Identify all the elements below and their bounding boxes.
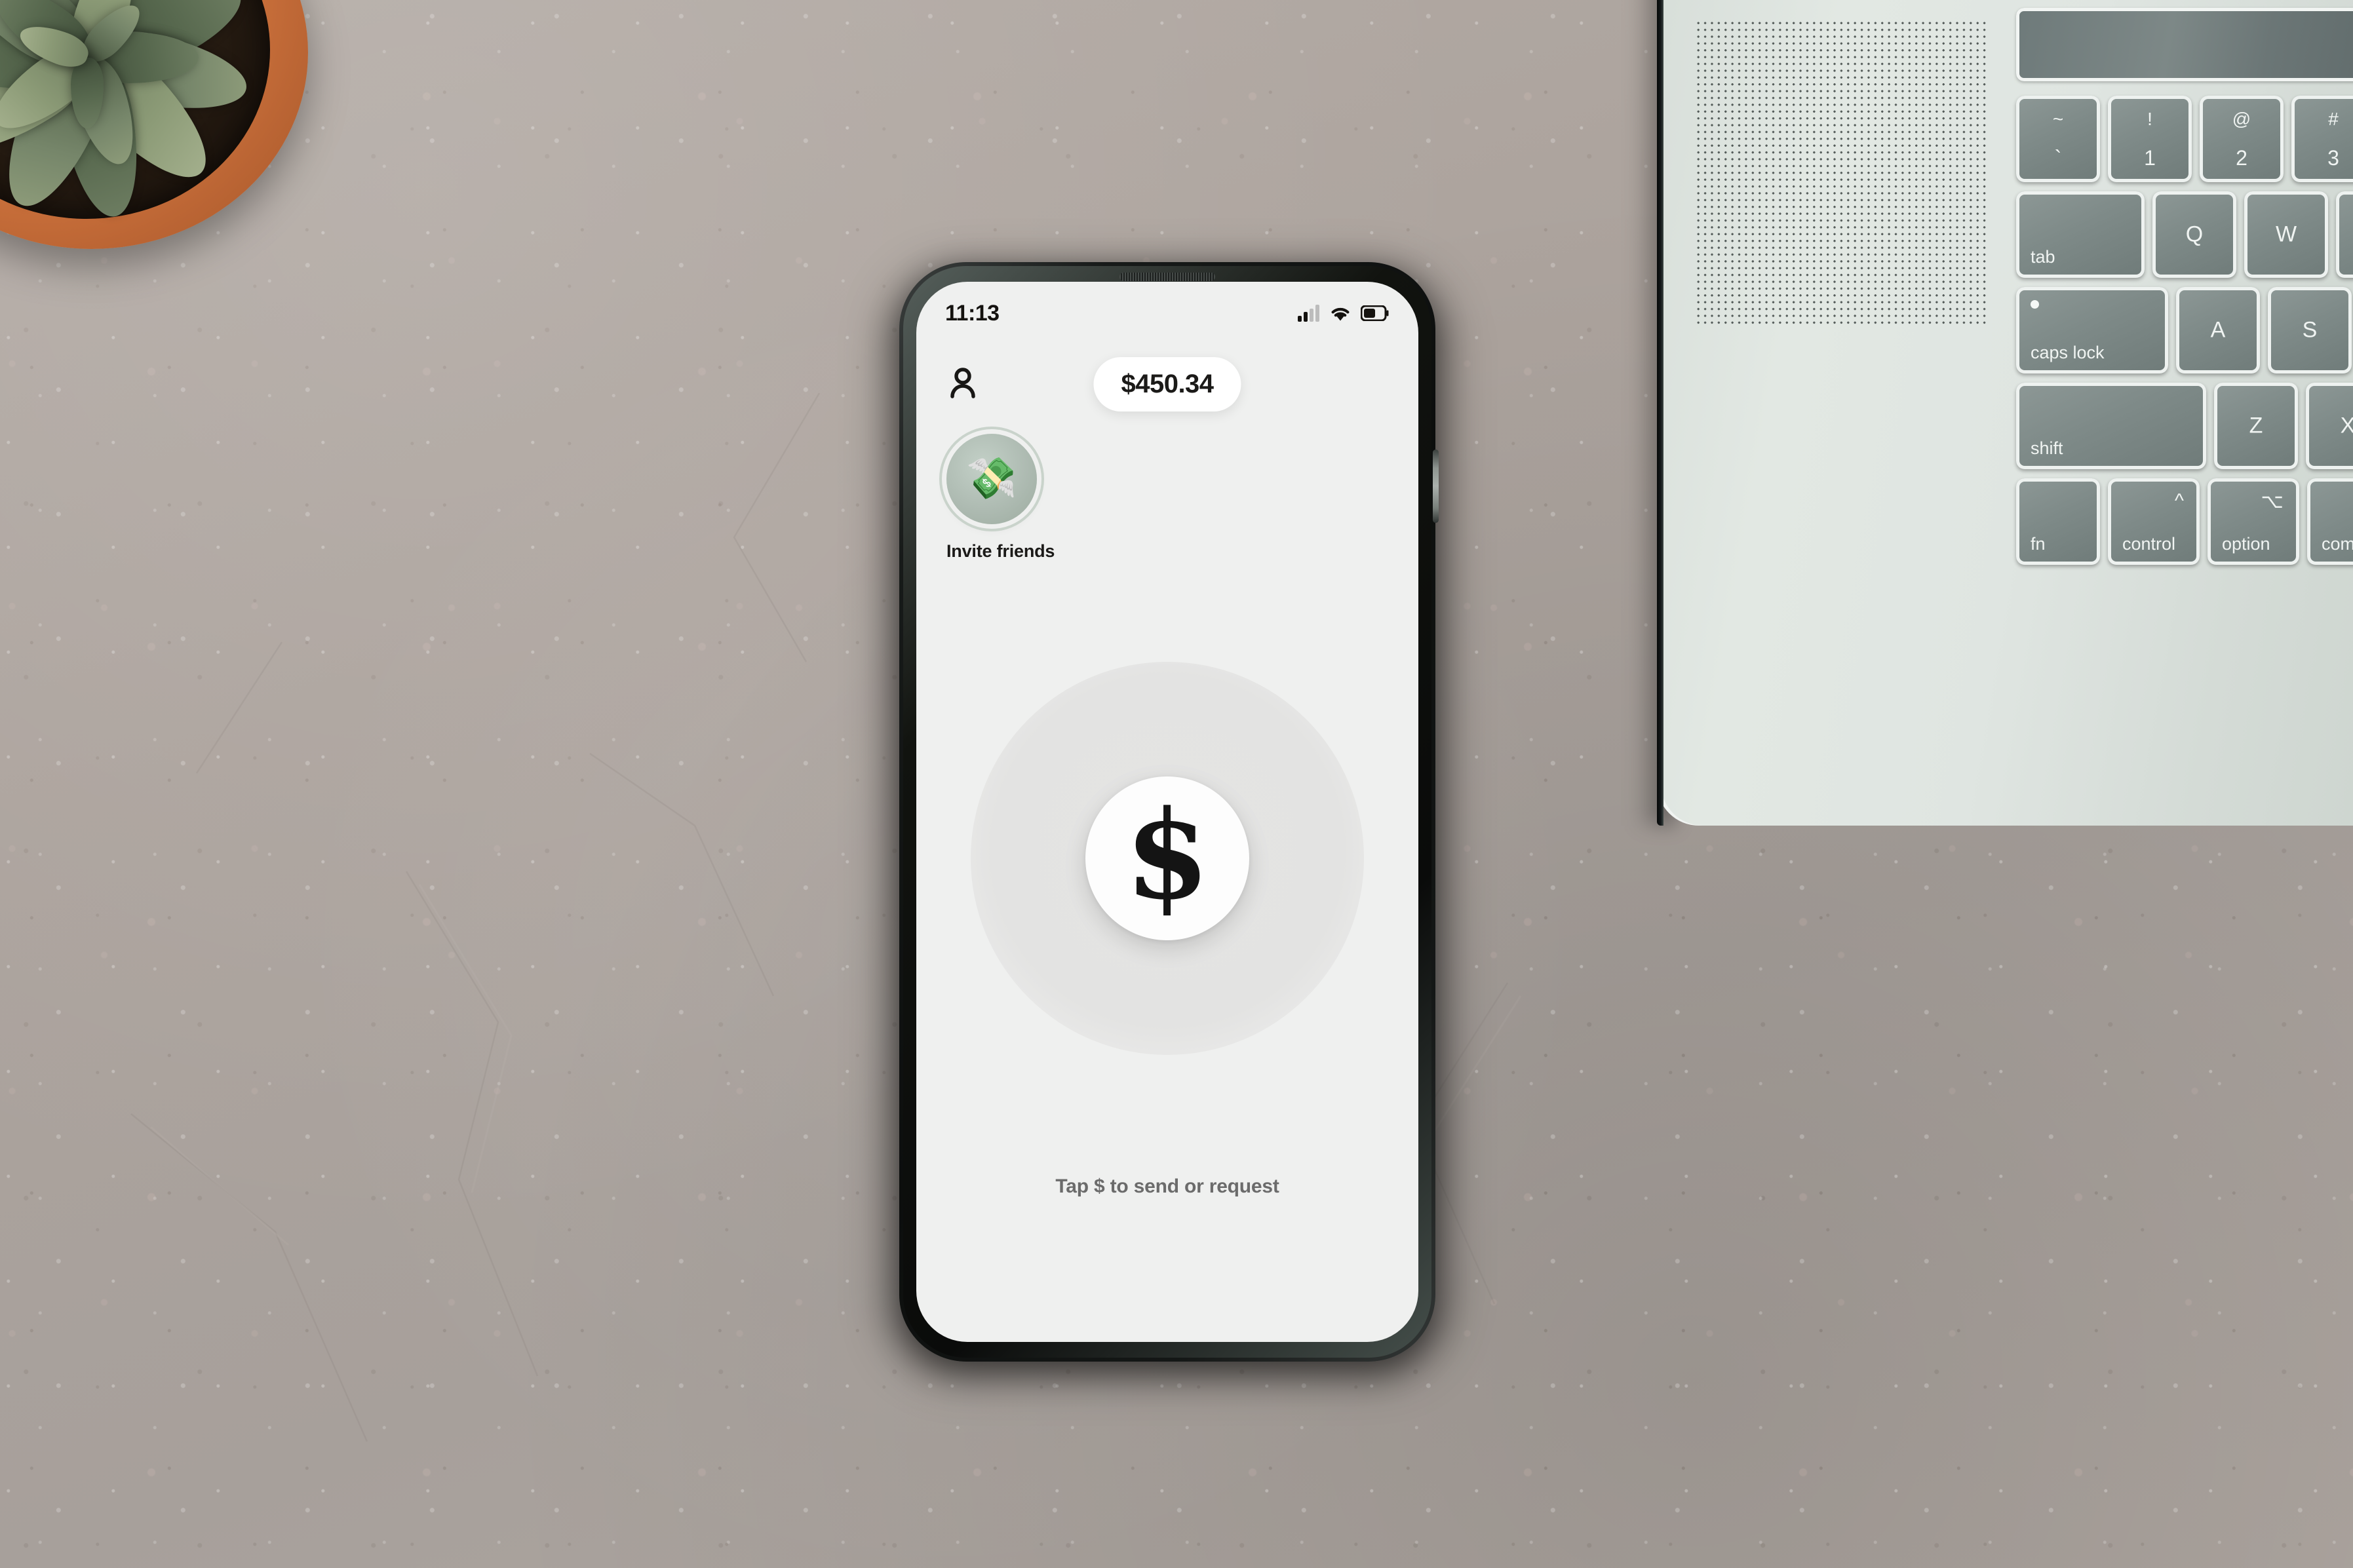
key-control[interactable]: ^ control bbox=[2108, 478, 2200, 565]
key-command-label: command bbox=[2322, 534, 2353, 554]
battery-icon bbox=[1361, 305, 1389, 321]
laptop-edge bbox=[1657, 0, 1663, 826]
key-tilde-upper-label: ~ bbox=[2052, 109, 2064, 129]
dollar-sign-icon: $ bbox=[1125, 783, 1210, 927]
money-with-wings-emoji: 💸 bbox=[946, 434, 1037, 524]
earpiece-speaker bbox=[1119, 273, 1215, 281]
phone-screen: 11:13 $450.34 💸 Invite friends $ Tap $ t… bbox=[916, 282, 1418, 1342]
key-caps-lock-label: caps lock bbox=[2031, 343, 2105, 362]
person-icon[interactable] bbox=[946, 367, 979, 401]
key-two-lower-label: 2 bbox=[2236, 146, 2247, 170]
key-x[interactable]: X bbox=[2306, 383, 2353, 469]
key-option[interactable]: ⌥ option bbox=[2207, 478, 2299, 565]
key-x-label: X bbox=[2340, 413, 2353, 438]
key-fn-label: fn bbox=[2031, 534, 2046, 554]
invite-friends-label: Invite friends bbox=[946, 541, 1055, 561]
key-shift-label: shift bbox=[2031, 438, 2063, 458]
key-three[interactable]: #3 bbox=[2291, 96, 2353, 182]
key-one-upper-label: ! bbox=[2147, 109, 2152, 129]
key-a-label: A bbox=[2210, 317, 2226, 343]
smartphone: 11:13 $450.34 💸 Invite friends $ Tap $ t… bbox=[887, 262, 1447, 1376]
potted-succulent bbox=[0, 0, 321, 262]
key-two[interactable]: @2 bbox=[2200, 96, 2284, 182]
dollar-button[interactable]: $ bbox=[1085, 776, 1249, 940]
key-a[interactable]: A bbox=[2176, 287, 2260, 373]
key-tilde[interactable]: ~ ` bbox=[2016, 96, 2100, 182]
key-tilde-lower-label: ` bbox=[2054, 146, 2062, 170]
key-command[interactable]: ⌘command bbox=[2307, 478, 2353, 565]
key-three-lower-label: 3 bbox=[2327, 146, 2339, 170]
key-w[interactable]: W bbox=[2244, 191, 2328, 278]
key-shift[interactable]: shift bbox=[2016, 383, 2206, 469]
key-fn[interactable]: fn bbox=[2016, 478, 2100, 565]
touch-bar[interactable] bbox=[2016, 8, 2353, 81]
hint-text: Tap $ to send or request bbox=[1055, 1176, 1279, 1197]
status-bar: 11:13 bbox=[916, 282, 1418, 345]
key-option-label: option bbox=[2222, 534, 2270, 554]
power-button[interactable] bbox=[1433, 449, 1439, 523]
cellular-signal-icon bbox=[1298, 305, 1319, 322]
key-option-symbol-icon: ⌥ bbox=[2261, 491, 2284, 512]
caps-lock-indicator-icon bbox=[2031, 300, 2039, 309]
key-control-label: control bbox=[2122, 534, 2176, 554]
balance-amount: $450.34 bbox=[1121, 369, 1214, 398]
invite-emoji-glyph: 💸 bbox=[966, 456, 1017, 501]
key-tab-label: tab bbox=[2031, 247, 2055, 267]
dollar-halo: $ bbox=[971, 662, 1364, 1055]
key-control-symbol-icon: ^ bbox=[2174, 490, 2184, 512]
invite-friends-shortcut[interactable]: 💸 Invite friends bbox=[946, 434, 1063, 562]
key-s-label: S bbox=[2302, 317, 2318, 343]
key-caps-lock[interactable]: caps lock bbox=[2016, 287, 2168, 373]
key-q-label: Q bbox=[2185, 221, 2204, 247]
key-q[interactable]: Q bbox=[2152, 191, 2236, 278]
key-s[interactable]: S bbox=[2268, 287, 2352, 373]
key-z-label: Z bbox=[2249, 413, 2263, 438]
key-one-lower-label: 1 bbox=[2144, 146, 2156, 170]
key-two-upper-label: @ bbox=[2232, 109, 2251, 129]
key-z[interactable]: Z bbox=[2214, 383, 2298, 469]
key-tab[interactable]: tab bbox=[2016, 191, 2145, 278]
key-e[interactable]: E bbox=[2336, 191, 2353, 278]
key-three-upper-label: # bbox=[2328, 109, 2339, 129]
speaker-grille bbox=[1695, 20, 1990, 328]
wifi-icon bbox=[1331, 307, 1350, 321]
key-w-label: W bbox=[2275, 221, 2297, 247]
status-clock: 11:13 bbox=[945, 300, 1000, 326]
key-one[interactable]: ! 1 bbox=[2108, 96, 2192, 182]
laptop: ~`!1@2#3tabQWEcaps lockASDshiftZXCfn^con… bbox=[1635, 0, 2353, 826]
status-icons bbox=[1298, 305, 1390, 322]
app-header: $450.34 bbox=[916, 345, 1418, 423]
balance-pill[interactable]: $450.34 bbox=[1093, 356, 1241, 411]
